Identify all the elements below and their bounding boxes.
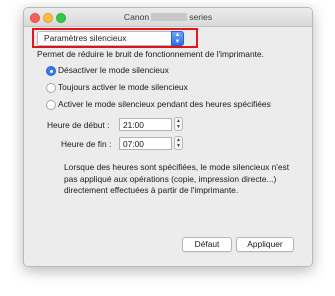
start-time-label: Heure de début : <box>47 120 110 130</box>
end-time-input[interactable]: 07:00 <box>119 137 172 150</box>
start-time-stepper[interactable]: ▲ ▼ <box>174 117 183 131</box>
scheduled-mode-note: Lorsque des heures sont spécifiées, le m… <box>64 162 299 197</box>
radio-button[interactable] <box>46 100 56 110</box>
apply-button[interactable]: Appliquer <box>236 237 294 252</box>
end-time-label: Heure de fin : <box>61 139 112 149</box>
note-line: directement effectuées à partir de l'imp… <box>64 185 239 195</box>
window-title-suffix: series <box>189 12 213 22</box>
dropdown-arrows-icon: ▲ ▼ <box>171 31 184 46</box>
window-title: Canon series <box>24 12 312 22</box>
radio-label: Toujours activer le mode silencieux <box>58 82 188 92</box>
end-time-value: 07:00 <box>123 139 144 149</box>
radio-button[interactable] <box>46 83 56 93</box>
settings-category-dropdown[interactable]: Paramètres silencieux ▲ ▼ <box>37 31 184 46</box>
start-time-input[interactable]: 21:00 <box>119 118 172 131</box>
radio-button-selected[interactable] <box>46 66 56 76</box>
end-time-stepper[interactable]: ▲ ▼ <box>174 136 183 150</box>
canon-settings-window: Canon series Paramètres silencieux ▲ ▼ Per… <box>23 7 313 267</box>
redacted-model-name <box>151 13 188 21</box>
title-bar: Canon series <box>24 8 312 27</box>
dropdown-selected-value: Paramètres silencieux <box>44 33 127 43</box>
window-title-prefix: Canon <box>123 12 150 22</box>
note-line: pas appliqué aux opérations (copie, impr… <box>64 173 277 184</box>
radio-label: Désactiver le mode silencieux <box>58 65 169 75</box>
start-time-value: 21:00 <box>123 120 144 130</box>
note-line: Lorsque des heures sont spécifiées, le m… <box>64 162 290 172</box>
description-text: Permet de réduire le bruit de fonctionne… <box>37 49 264 59</box>
default-button[interactable]: Défaut <box>182 237 232 252</box>
radio-label: Activer le mode silencieux pendant des h… <box>58 99 271 109</box>
